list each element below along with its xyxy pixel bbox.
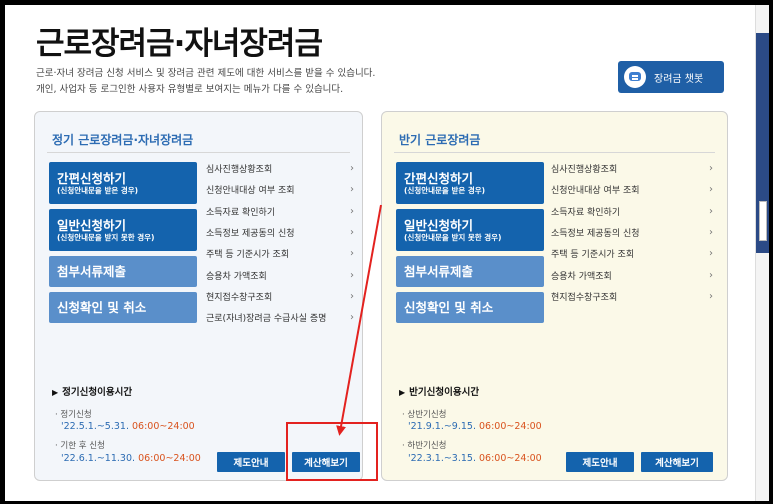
chevron-right-icon: › xyxy=(709,184,713,196)
menu-item[interactable]: 소득자료 확인하기 › xyxy=(551,201,715,222)
period-label: · 기한 후 신청 xyxy=(55,441,105,451)
button-label: 일반신청하기 xyxy=(57,217,127,233)
usage-time-heading: ▶ 반기신청이용시간 xyxy=(399,387,480,398)
button-sublabel: (신청안내문을 받지 못한 경우) xyxy=(404,232,502,242)
menu-item[interactable]: 신청안내대상 여부 조회 › xyxy=(551,179,715,200)
button-label: 첨부서류제출 xyxy=(57,264,127,279)
menu-item[interactable]: 근로(자녀)장려금 수급사실 증명 › xyxy=(206,307,356,328)
description-line-2: 개인, 사업자 등 로그인한 사용자 유형별로 보여지는 메뉴가 다를 수 있습… xyxy=(36,84,344,95)
half-year-incentive-panel: 반기 근로장려금 간편신청하기 (신청안내문을 받은 경우) 일반신청하기 (신… xyxy=(381,111,728,481)
general-apply-button[interactable]: 일반신청하기 (신청안내문을 받지 못한 경우) xyxy=(396,209,544,251)
period-value: '22.5.1.~5.31. 06:00~24:00 xyxy=(61,421,195,432)
menu-item[interactable]: 현지접수창구조회 › xyxy=(206,286,356,307)
chevron-right-icon: › xyxy=(709,205,713,217)
usage-time-heading: ▶ 정기신청이용시간 xyxy=(52,387,133,398)
simple-apply-button[interactable]: 간편신청하기 (신청안내문을 받은 경우) xyxy=(396,162,544,204)
confirm-cancel-button[interactable]: 신청확인 및 취소 xyxy=(49,292,197,323)
highlight-box xyxy=(286,422,378,481)
panel-title: 반기 근로장려금 xyxy=(399,133,481,147)
period-label: · 정기신청 xyxy=(55,410,92,420)
page-title: 근로장려금·자녀장려금 xyxy=(36,26,323,62)
button-label: 간편신청하기 xyxy=(404,170,474,186)
chatbot-button[interactable]: 장려금 챗봇 xyxy=(618,61,724,93)
chevron-right-icon: › xyxy=(350,205,354,217)
menu-item[interactable]: 심사진행상황조회 › xyxy=(206,158,356,179)
chevron-right-icon: › xyxy=(709,290,713,302)
general-apply-button[interactable]: 일반신청하기 (신청안내문을 받지 못한 경우) xyxy=(49,209,197,251)
button-sublabel: (신청안내문을 받은 경우) xyxy=(57,185,139,195)
chevron-right-icon: › xyxy=(709,269,713,281)
menu-item[interactable]: 주택 등 기준시가 조회 › xyxy=(206,243,356,264)
period-label: · 하반기신청 xyxy=(402,441,447,451)
triangle-right-icon: ▶ xyxy=(399,388,406,397)
service-menu: 심사진행상황조회 › 신청안내대상 여부 조회 › 소득자료 확인하기 › 소득정보 … xyxy=(551,158,715,307)
period-value: '22.6.1.~11.30. 06:00~24:00 xyxy=(61,453,201,464)
button-label: 신청확인 및 취소 xyxy=(404,300,494,315)
menu-item[interactable]: 심사진행상황조회 › xyxy=(551,158,715,179)
divider xyxy=(394,152,715,153)
menu-item[interactable]: 주택 등 기준시가 조회 › xyxy=(551,243,715,264)
menu-item[interactable]: 승용차 가액조회 › xyxy=(206,264,356,285)
button-sublabel: (신청안내문을 받지 못한 경우) xyxy=(57,232,155,242)
period-label: · 상반기신청 xyxy=(402,410,447,420)
scrollbar-thumb[interactable] xyxy=(759,201,767,241)
chevron-right-icon: › xyxy=(709,248,713,260)
page-description: 근로·자녀 장려금 신청 서비스 및 장려금 관련 제도에 대한 서비스를 받을… xyxy=(36,66,375,98)
chevron-right-icon: › xyxy=(350,248,354,260)
period-value: '22.3.1.~3.15. 06:00~24:00 xyxy=(408,453,542,464)
system-guide-button[interactable]: 제도안내 xyxy=(566,452,634,472)
button-sublabel: (신청안내문을 받은 경우) xyxy=(404,185,486,195)
chevron-right-icon: › xyxy=(350,163,354,175)
button-label: 신청확인 및 취소 xyxy=(57,300,147,315)
menu-item[interactable]: 승용차 가액조회 › xyxy=(551,264,715,285)
triangle-right-icon: ▶ xyxy=(52,388,59,397)
menu-item[interactable]: 소득자료 확인하기 › xyxy=(206,201,356,222)
scrollbar[interactable] xyxy=(755,5,769,501)
chevron-right-icon: › xyxy=(350,269,354,281)
button-label: 일반신청하기 xyxy=(404,217,474,233)
chevron-right-icon: › xyxy=(350,312,354,324)
system-guide-button[interactable]: 제도안내 xyxy=(217,452,285,472)
menu-item[interactable]: 신청안내대상 여부 조회 › xyxy=(206,179,356,200)
button-label: 첨부서류제출 xyxy=(404,264,474,279)
menu-item[interactable]: 소득정보 제공동의 신청 › xyxy=(551,222,715,243)
attach-documents-button[interactable]: 첨부서류제출 xyxy=(396,256,544,287)
divider xyxy=(47,152,350,153)
period-value: '21.9.1.~9.15. 06:00~24:00 xyxy=(408,421,542,432)
chatbot-icon xyxy=(624,66,646,88)
button-label: 간편신청하기 xyxy=(57,170,127,186)
chevron-right-icon: › xyxy=(350,290,354,302)
description-line-1: 근로·자녀 장려금 신청 서비스 및 장려금 관련 제도에 대한 서비스를 받을… xyxy=(36,68,376,79)
chevron-right-icon: › xyxy=(350,184,354,196)
attach-documents-button[interactable]: 첨부서류제출 xyxy=(49,256,197,287)
chevron-right-icon: › xyxy=(709,227,713,239)
chatbot-label: 장려금 챗봇 xyxy=(654,73,704,85)
simple-apply-button[interactable]: 간편신청하기 (신청안내문을 받은 경우) xyxy=(49,162,197,204)
menu-item[interactable]: 소득정보 제공동의 신청 › xyxy=(206,222,356,243)
menu-item[interactable]: 현지접수창구조회 › xyxy=(551,286,715,307)
service-menu: 심사진행상황조회 › 신청안내대상 여부 조회 › 소득자료 확인하기 › 소득정보 … xyxy=(206,158,356,328)
chevron-right-icon: › xyxy=(350,227,354,239)
confirm-cancel-button[interactable]: 신청확인 및 취소 xyxy=(396,292,544,323)
calculate-button[interactable]: 계산해보기 xyxy=(641,452,713,472)
panel-title: 정기 근로장려금·자녀장려금 xyxy=(52,133,194,147)
chevron-right-icon: › xyxy=(709,163,713,175)
